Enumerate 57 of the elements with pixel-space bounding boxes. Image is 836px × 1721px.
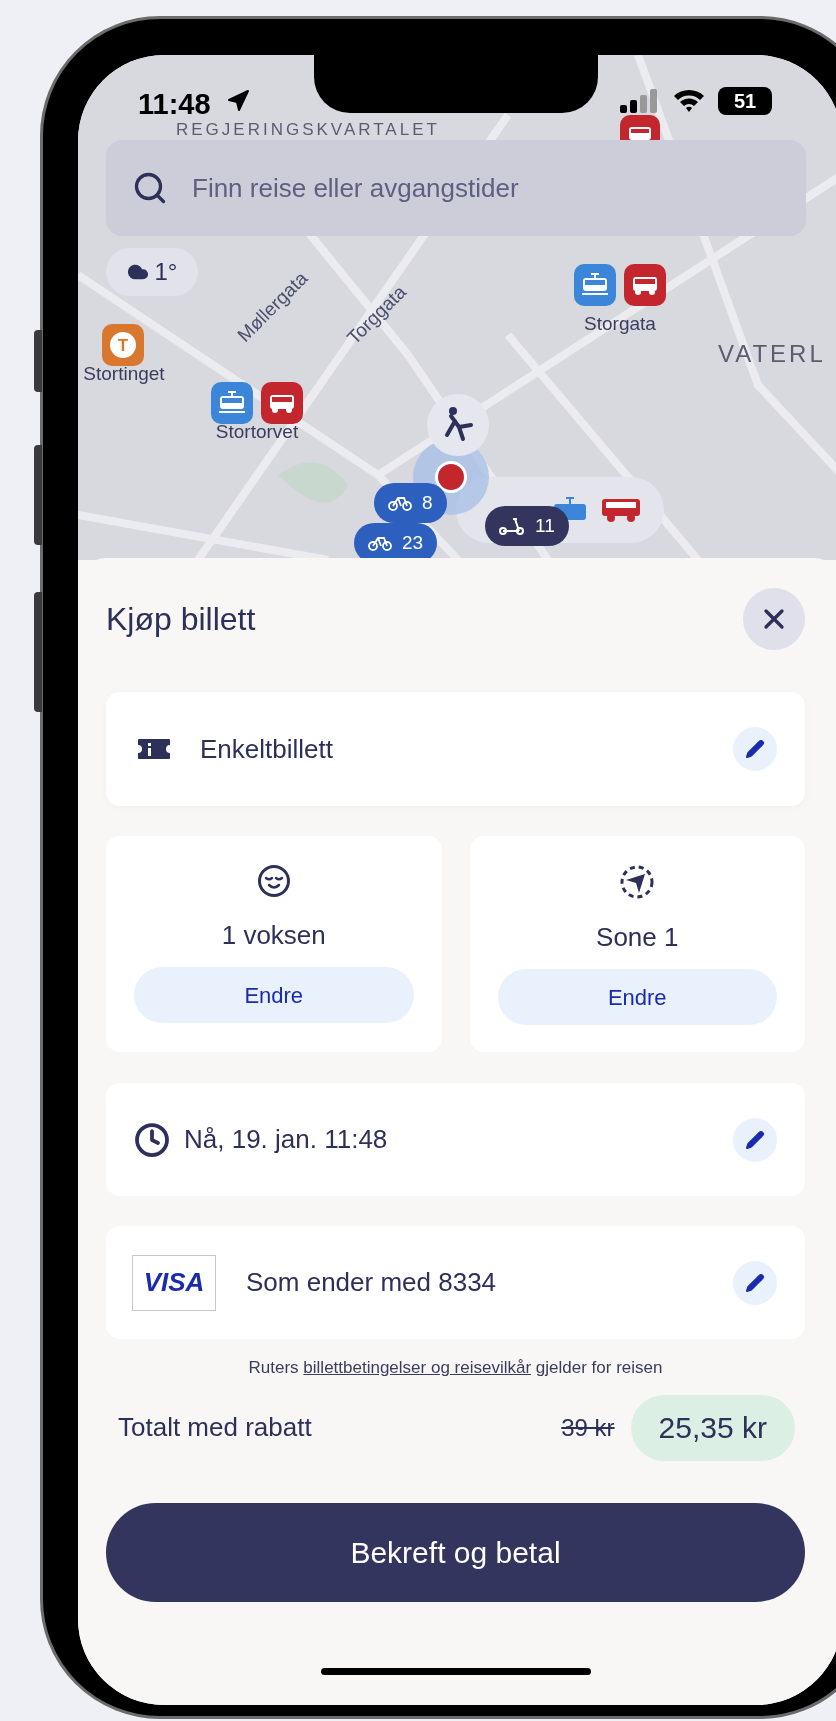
bus-stop-icon[interactable] <box>624 264 666 306</box>
option-value: Sone 1 <box>596 921 679 954</box>
total-label: Totalt med rabatt <box>118 1411 313 1444</box>
scooter-icon <box>499 517 525 535</box>
search-icon <box>132 170 168 206</box>
change-button[interactable]: Endre <box>134 967 414 1023</box>
search-input[interactable]: Finn reise eller avgangstider <box>192 168 752 208</box>
time-card[interactable]: Nå, 19. jan. 11:48 <box>106 1083 805 1196</box>
pencil-icon <box>745 1272 765 1293</box>
park-area <box>278 462 348 503</box>
option-value: 1 voksen <box>221 919 326 952</box>
bicycle-icon <box>388 495 412 511</box>
terms-link[interactable]: billettbetingelser og reisevilkår <box>303 1358 532 1377</box>
vehicle-cluster[interactable]: 11 <box>485 506 569 546</box>
bus-stop-icon[interactable] <box>620 115 660 140</box>
bus-stop-icon[interactable] <box>261 382 303 424</box>
terms-text: Ruters billettbetingelser og reisevilkår gjelder for reisen <box>247 1357 664 1379</box>
temperature: 1° <box>154 257 178 287</box>
vehicle-count: 8 <box>422 490 433 515</box>
district-label: REGJERINGSKVARTALET <box>176 119 440 141</box>
confirm-pay-button[interactable]: Bekreft og betal <box>106 1502 805 1602</box>
ticket-type-card[interactable]: Enkeltbillett <box>106 692 805 806</box>
vehicle-cluster[interactable]: 8 <box>374 483 447 523</box>
district-label: VATERL <box>718 339 826 369</box>
discounted-price: 25,35 kr <box>630 1394 795 1461</box>
stop-label: Stortorvet <box>214 420 300 444</box>
location-services-icon <box>226 89 250 113</box>
travel-time: Nå, 19. jan. 11:48 <box>184 1123 389 1156</box>
ticket-icon <box>136 737 172 761</box>
wifi-icon <box>672 87 706 113</box>
tram-stop-icon[interactable] <box>211 382 253 424</box>
person-marker[interactable] <box>427 394 489 456</box>
clock-icon <box>134 1121 170 1158</box>
ticket-type: Enkeltbillett <box>200 732 334 766</box>
edit-button[interactable] <box>733 1260 777 1305</box>
pencil-icon <box>745 739 765 759</box>
smiling-face-icon <box>256 864 291 898</box>
bicycle-icon <box>368 535 392 551</box>
sheet-title: Kjøp billett <box>106 600 256 639</box>
original-price: 39 kr <box>561 1412 615 1443</box>
stop-label: Storgata <box>583 312 657 336</box>
status-time: 11:48 <box>138 87 211 122</box>
tram-stop-icon[interactable] <box>574 264 616 306</box>
pencil-icon <box>745 1129 765 1150</box>
vehicle-count: 11 <box>535 513 555 538</box>
card-logo: VISA <box>132 1254 216 1311</box>
search-field[interactable]: Finn reise eller avgangstider <box>106 140 806 236</box>
edit-button[interactable] <box>733 1117 777 1162</box>
edit-button[interactable] <box>733 727 777 771</box>
battery-indicator: 51 <box>718 87 772 115</box>
vehicle-count: 23 <box>402 530 424 555</box>
bus-icon <box>600 497 642 523</box>
payment-card[interactable]: VISA Som ender med 8334 <box>106 1226 805 1339</box>
vehicle-cluster[interactable]: 23 <box>354 523 438 560</box>
card-description: Som ender med 8334 <box>246 1266 498 1299</box>
signal-icon <box>620 89 660 113</box>
change-button[interactable]: Endre <box>497 969 777 1025</box>
